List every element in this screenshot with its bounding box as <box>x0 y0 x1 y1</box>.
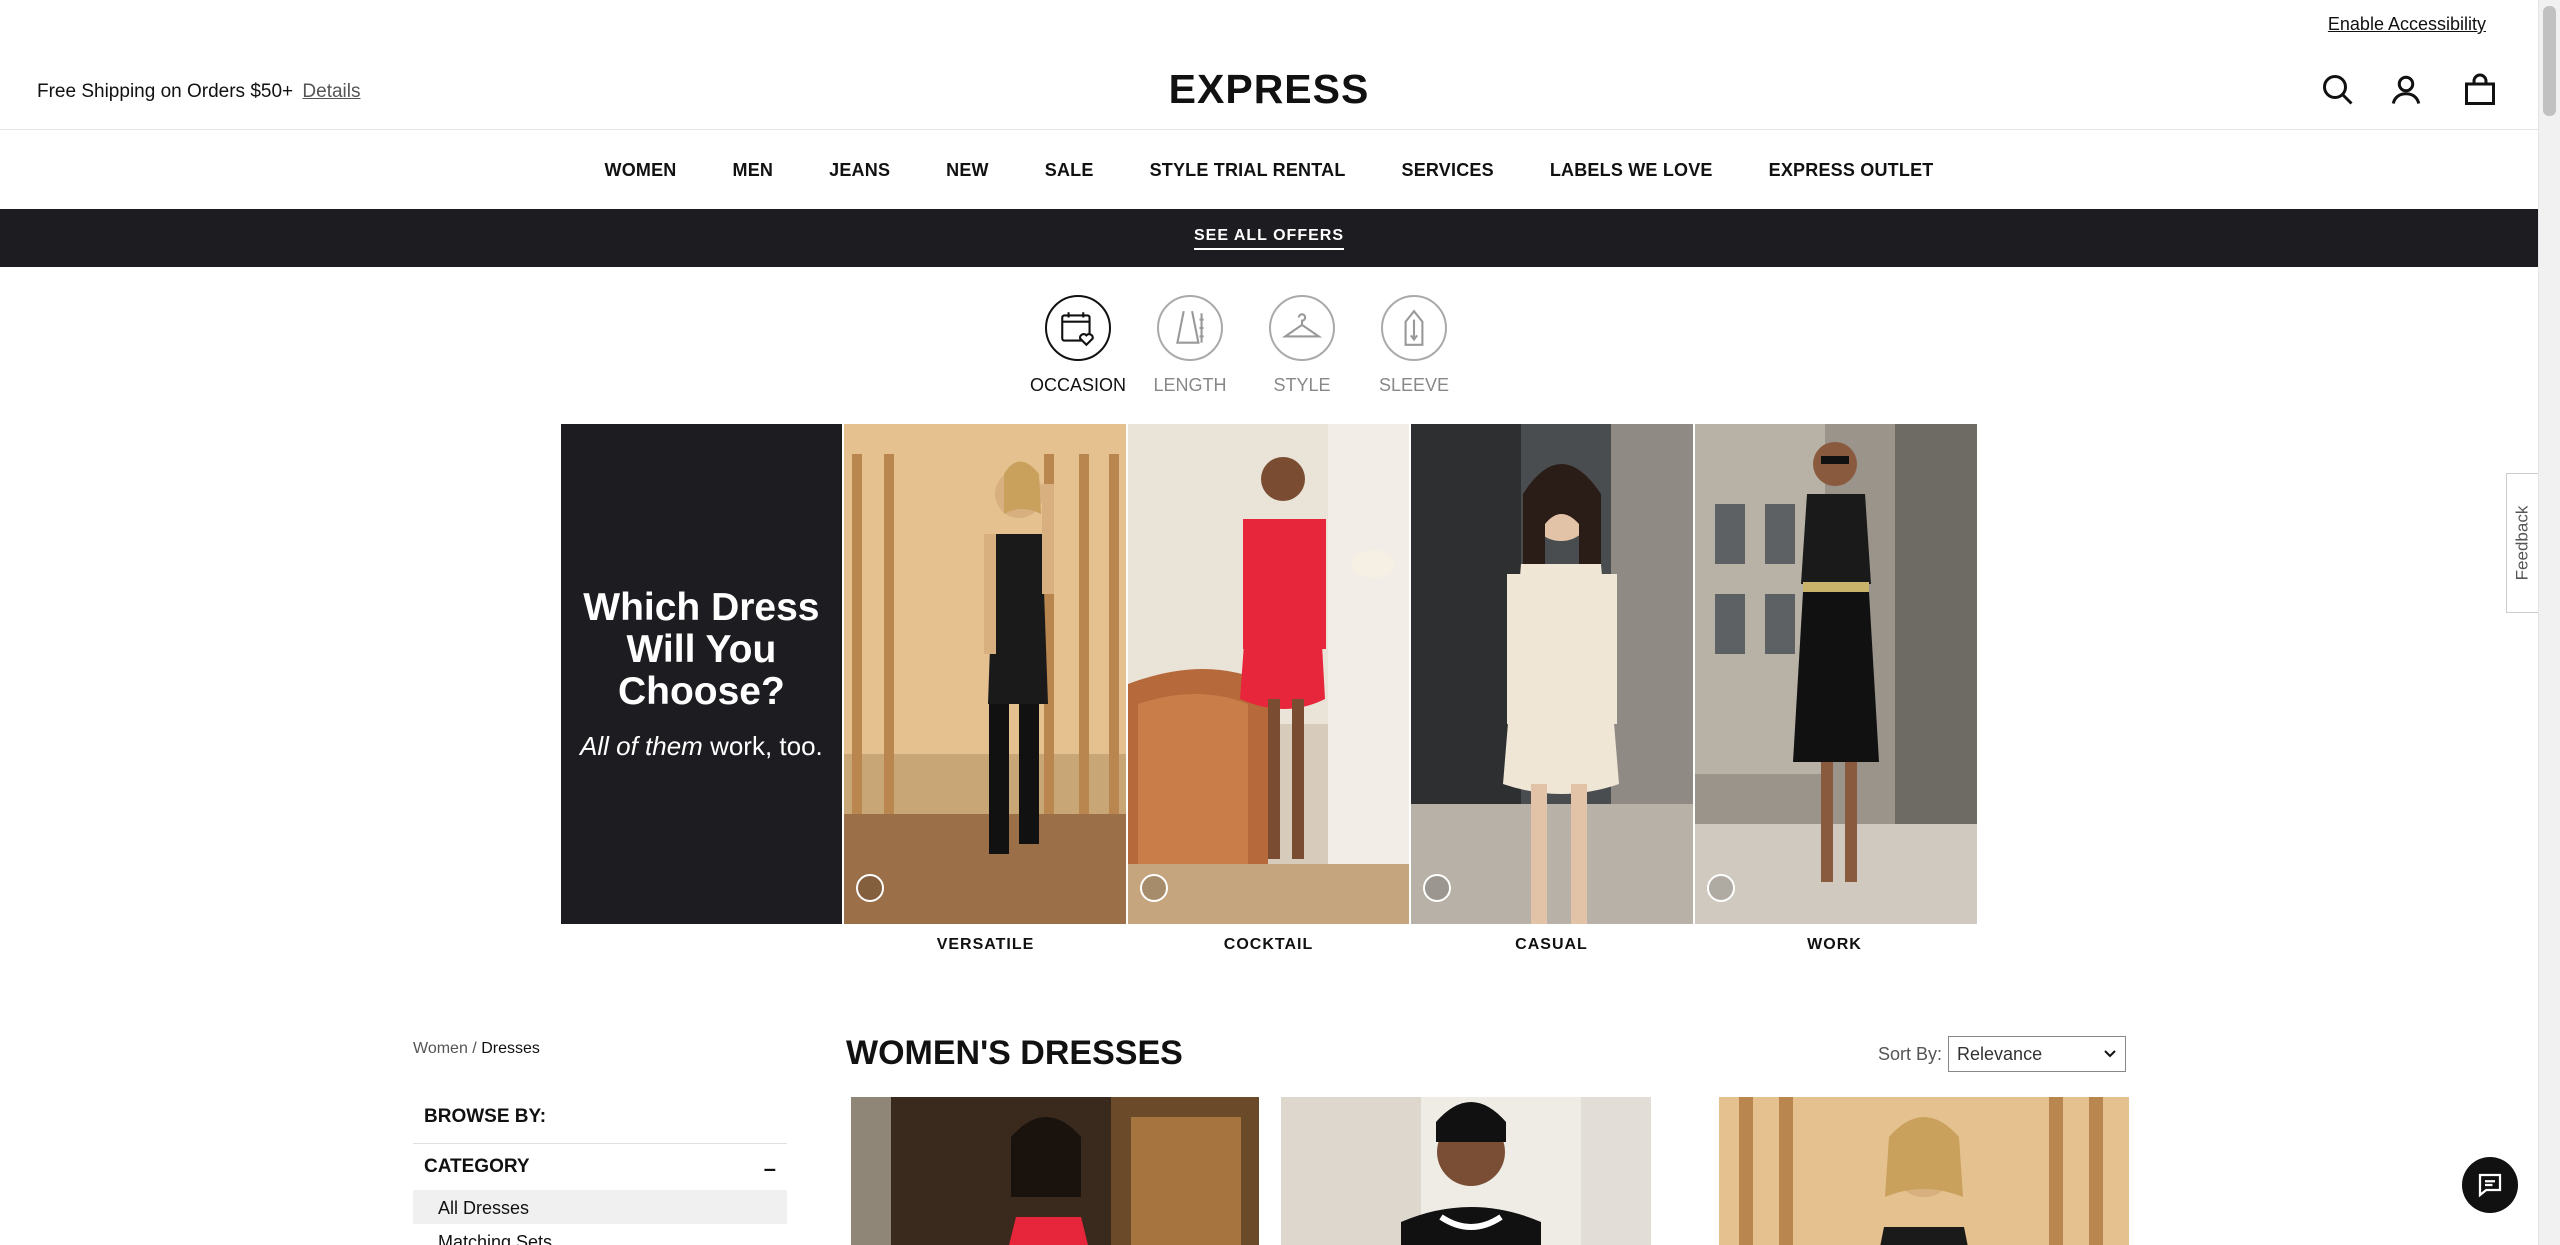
panel-work-dot[interactable] <box>1707 874 1736 902</box>
main-nav: WOMEN MEN JEANS NEW SALE STYLE TRIAL REN… <box>0 131 2538 209</box>
sort-select[interactable]: Relevance <box>1948 1036 2127 1072</box>
chevron-down-icon <box>2104 1050 2116 1058</box>
versatile-photo <box>843 424 1126 924</box>
panel-label-cocktail[interactable]: COCKTAIL <box>1127 936 1410 954</box>
promo-subtitle: All of them work, too. <box>580 731 823 762</box>
panel-work-image[interactable] <box>1695 424 1977 924</box>
nav-men[interactable]: MEN <box>733 160 774 181</box>
product-image <box>1719 1097 2129 1245</box>
page-scrollbar[interactable] <box>2538 0 2560 1245</box>
scrollbar-thumb[interactable] <box>2543 6 2556 116</box>
nav-new[interactable]: NEW <box>946 160 989 181</box>
category-toggle[interactable]: CATEGORY – <box>413 1144 787 1190</box>
promo-subtitle-italic: All of them <box>580 730 703 761</box>
category-matching-sets[interactable]: Matching Sets <box>413 1224 787 1245</box>
promo-subtitle-rest: work, too. <box>710 730 823 761</box>
browse-by-heading: BROWSE BY: <box>413 1096 787 1144</box>
filter-length-label: LENGTH <box>1153 375 1227 395</box>
hanger-icon <box>1269 295 1335 361</box>
panel-cocktail-image[interactable] <box>1127 424 1410 924</box>
shipping-text: Free Shipping on Orders $50+ <box>37 81 294 102</box>
breadcrumb-separator: / <box>472 1040 477 1057</box>
filter-sleeve[interactable]: SLEEVE <box>1379 295 1449 396</box>
nav-style-trial-rental[interactable]: STYLE TRIAL RENTAL <box>1150 160 1346 181</box>
filter-sleeve-label: SLEEVE <box>1378 375 1450 395</box>
nav-services[interactable]: SERVICES <box>1402 160 1494 181</box>
breadcrumb-dresses: Dresses <box>481 1040 540 1057</box>
enable-accessibility-link[interactable]: Enable Accessibility <box>2328 14 2486 35</box>
details-link[interactable]: Details <box>302 81 360 102</box>
panel-label-versatile[interactable]: VERSATILE <box>844 936 1127 954</box>
work-photo <box>1695 424 1977 924</box>
panel-versatile-image[interactable] <box>843 424 1126 924</box>
chat-icon <box>2478 1173 2502 1198</box>
filter-tabs: OCCASION LENGTH STYLE SLEEVE <box>1030 295 1449 396</box>
account-icon[interactable] <box>2388 72 2424 108</box>
hero-panel-labels: VERSATILE COCKTAIL CASUAL WORK <box>844 936 1976 954</box>
product-grid <box>851 1097 2129 1245</box>
see-all-offers-link[interactable]: SEE ALL OFFERS <box>1193 227 1344 250</box>
sleeve-icon <box>1381 295 1447 361</box>
panel-cocktail-dot[interactable] <box>1139 874 1168 902</box>
collapse-icon[interactable]: – <box>764 1156 776 1181</box>
breadcrumb-women[interactable]: Women <box>413 1040 468 1057</box>
promo-panel: Which Dress Will You Choose? All of them… <box>561 424 842 924</box>
cocktail-photo <box>1127 424 1410 924</box>
page-title: WOMEN'S DRESSES <box>846 1034 1183 1072</box>
panel-casual-image[interactable] <box>1411 424 1694 924</box>
panel-versatile-dot[interactable] <box>855 874 884 902</box>
nav-sale[interactable]: SALE <box>1045 160 1094 181</box>
sort-value: Relevance <box>1957 1043 2043 1064</box>
bag-icon[interactable] <box>2462 72 2498 108</box>
feedback-label: Feedback <box>2512 505 2532 581</box>
chat-button[interactable] <box>2462 1157 2518 1213</box>
sort-control: Sort By: Relevance <box>1878 1036 2127 1072</box>
nav-women[interactable]: WOMEN <box>605 160 677 181</box>
header-icons <box>2318 72 2538 112</box>
feedback-tab[interactable]: Feedback <box>2506 473 2538 613</box>
category-all-dresses[interactable]: All Dresses <box>413 1190 787 1224</box>
dress-length-icon <box>1157 295 1223 361</box>
sort-label: Sort By: <box>1878 1043 1943 1064</box>
nav-labels-we-love[interactable]: LABELS WE LOVE <box>1550 160 1713 181</box>
calendar-heart-icon <box>1045 295 1111 361</box>
filter-style[interactable]: STYLE <box>1267 295 1337 396</box>
site-header: Free Shipping on Orders $50+ Details EXP… <box>0 48 2538 130</box>
filter-occasion-label: OCCASION <box>1029 375 1126 395</box>
express-logo[interactable]: EXPRESS <box>1169 66 1370 113</box>
category-label: CATEGORY <box>424 1156 530 1177</box>
nav-express-outlet[interactable]: EXPRESS OUTLET <box>1769 160 1934 181</box>
product-image <box>851 1097 1259 1245</box>
nav-jeans[interactable]: JEANS <box>829 160 890 181</box>
panel-label-casual[interactable]: CASUAL <box>1410 936 1693 954</box>
product-image <box>1281 1097 1651 1245</box>
promo-title: Which Dress Will You Choose? <box>583 585 820 713</box>
search-icon[interactable] <box>2320 72 2356 108</box>
casual-photo <box>1411 424 1694 924</box>
product-card[interactable] <box>851 1097 1259 1245</box>
filter-style-label: STYLE <box>1273 375 1331 395</box>
shipping-promo: Free Shipping on Orders $50+ Details <box>37 81 361 103</box>
offers-bar: SEE ALL OFFERS <box>0 209 2538 267</box>
breadcrumb: Women / Dresses <box>413 1040 540 1058</box>
filter-length[interactable]: LENGTH <box>1153 295 1227 396</box>
hero-banner: Which Dress Will You Choose? All of them… <box>561 424 1977 924</box>
product-card[interactable] <box>1281 1097 1651 1245</box>
product-card[interactable] <box>1719 1097 2129 1245</box>
filter-occasion[interactable]: OCCASION <box>1030 295 1126 396</box>
panel-label-work[interactable]: WORK <box>1693 936 1976 954</box>
utility-bar: Enable Accessibility <box>0 0 2538 48</box>
filter-sidebar: BROWSE BY: CATEGORY – All Dresses Matchi… <box>413 1096 787 1245</box>
